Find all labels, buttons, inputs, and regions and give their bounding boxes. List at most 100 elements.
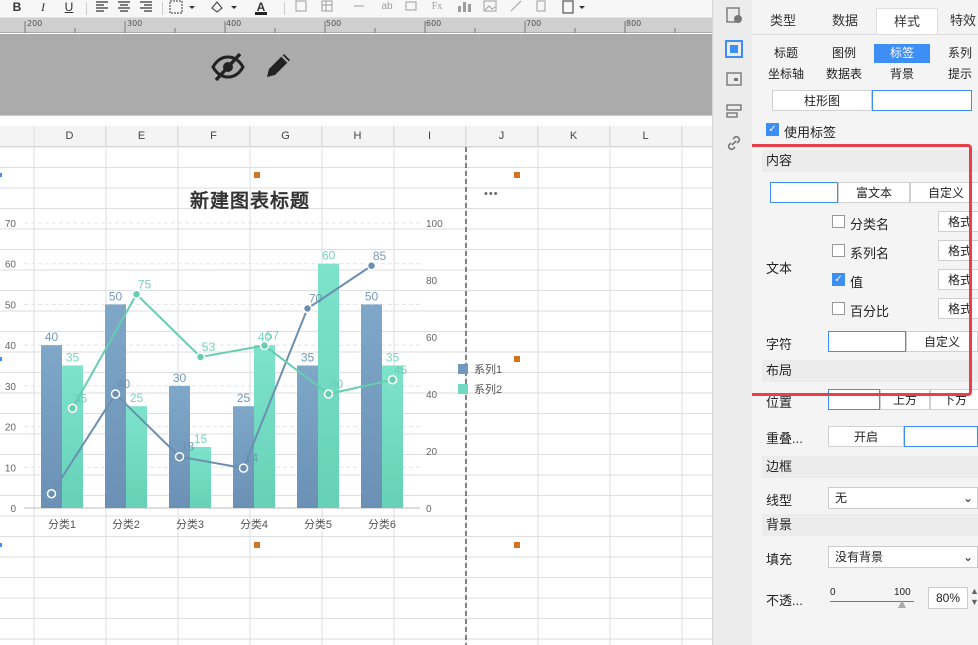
- line-value-label: 40: [117, 377, 131, 391]
- subtab-background[interactable]: 背景: [874, 65, 930, 84]
- subtab-tooltip[interactable]: 提示: [932, 65, 978, 84]
- bar: [62, 365, 83, 508]
- tab-effects[interactable]: 特效: [938, 8, 978, 34]
- hide-eye-icon[interactable]: [210, 51, 246, 86]
- selection-handle: [0, 357, 2, 361]
- bar-value-label: 35: [66, 351, 80, 365]
- left-axis-tick: 60: [5, 260, 17, 271]
- toolbar: B I U A ab Fx: [0, 0, 712, 18]
- line-point: [302, 303, 313, 314]
- align-left-icon[interactable]: [94, 0, 110, 16]
- italic-button[interactable]: I: [36, 0, 50, 16]
- legend-swatch: [458, 384, 468, 394]
- selection-handle: [514, 542, 520, 548]
- condition-icon[interactable]: [725, 70, 743, 91]
- subtab-datatable[interactable]: 数据表: [816, 65, 872, 84]
- category-tick: 分类3: [176, 517, 204, 531]
- spinner-icon[interactable]: ▲ ▼: [970, 586, 978, 608]
- selection-handle: [254, 172, 260, 178]
- bar-chart-icon[interactable]: [456, 0, 472, 16]
- opacity-label: 不透...: [766, 593, 803, 608]
- left-axis-tick: 50: [5, 300, 17, 311]
- subtab-axis[interactable]: 坐标轴: [758, 65, 814, 84]
- fill-select[interactable]: 没有背景 ⌄: [828, 546, 978, 568]
- line-chart-tab[interactable]: 折线图: [872, 90, 972, 111]
- property-panel: 类型 数据 样式 特效 标题 图例 标签 系列 坐标轴 数据表 背景 提示 柱形…: [752, 0, 978, 645]
- line-point: [131, 289, 142, 299]
- formula-icon[interactable]: Fx: [428, 0, 446, 16]
- side-icon-strip: [712, 0, 752, 645]
- line-point: [366, 261, 377, 271]
- line-value-label: 85: [373, 249, 387, 263]
- tab-type[interactable]: 类型: [752, 8, 814, 34]
- subtab-label[interactable]: 标签: [874, 44, 930, 63]
- doc-icon[interactable]: [534, 0, 548, 16]
- underline-button[interactable]: U: [62, 0, 76, 16]
- slash-icon[interactable]: [508, 0, 524, 16]
- font-color-button[interactable]: A: [246, 0, 276, 16]
- link-icon[interactable]: [725, 134, 743, 155]
- background-section-header[interactable]: 背景: [762, 514, 978, 536]
- line-type-label: 线型: [766, 493, 793, 508]
- overlap-on-button[interactable]: 开启: [828, 426, 904, 447]
- pencil-icon[interactable]: [262, 50, 294, 85]
- list-icon[interactable]: [725, 102, 743, 123]
- cell-attr-icon[interactable]: [725, 6, 743, 27]
- subtab-title[interactable]: 标题: [758, 44, 814, 63]
- line-point: [259, 340, 270, 351]
- overlap-off-button[interactable]: 关闭: [904, 426, 978, 447]
- border-header-text: 边框: [766, 459, 793, 474]
- field-icon[interactable]: [352, 0, 366, 16]
- opacity-min: 0: [830, 587, 836, 598]
- use-label-checkbox[interactable]: ✓: [766, 123, 779, 136]
- merge-icon[interactable]: [294, 0, 308, 16]
- align-center-icon[interactable]: [116, 0, 132, 16]
- fill-label: 填充: [766, 552, 793, 567]
- border-icon[interactable]: [168, 0, 198, 16]
- border-section-header[interactable]: 边框: [762, 456, 978, 478]
- chevron-down-icon: ⌄: [962, 550, 973, 564]
- table-icon[interactable]: [320, 0, 334, 16]
- line-type-select[interactable]: 无 ⌄: [828, 487, 978, 509]
- chart-more-button[interactable]: •••: [484, 188, 499, 200]
- fill-value: 没有背景: [835, 550, 884, 564]
- line-type-value: 无: [835, 491, 848, 505]
- line-point: [195, 352, 206, 362]
- line-point: [67, 403, 78, 413]
- legend-label: 系列2: [474, 382, 502, 396]
- app-window: B I U A ab Fx 200 300 400 500 600 700 80…: [0, 0, 978, 645]
- line-point: [387, 375, 398, 385]
- left-axis-tick: 0: [10, 504, 16, 515]
- tab-style[interactable]: 样式: [876, 8, 938, 34]
- chart-title: 新建图表标题: [190, 191, 311, 212]
- align-right-icon[interactable]: [138, 0, 154, 16]
- slider-handle-icon[interactable]: [898, 597, 906, 611]
- selection-handle: [514, 172, 520, 178]
- image-icon[interactable]: [404, 0, 418, 16]
- picture-icon[interactable]: [482, 0, 498, 16]
- category-tick: 分类2: [112, 517, 140, 531]
- bar-chart-tab[interactable]: 柱形图: [772, 90, 872, 111]
- chart[interactable]: 0 10 20 30 40 50 60 70 0 20 40 60 80 100 40 35 分类1 50 25 分类…: [0, 126, 712, 645]
- bar-value-label: 40: [45, 330, 59, 344]
- background-header-text: 背景: [766, 517, 793, 532]
- fill-color-icon[interactable]: [208, 0, 240, 16]
- subtab-series[interactable]: 系列: [932, 44, 978, 63]
- right-axis-tick: 40: [426, 390, 438, 401]
- subtab-legend[interactable]: 图例: [816, 44, 872, 63]
- band-bottom-strip: [0, 115, 712, 126]
- right-axis-tick: 20: [426, 447, 438, 458]
- category-tick: 分类1: [48, 517, 76, 531]
- category-tick: 分类6: [368, 517, 396, 531]
- left-axis-tick: 40: [5, 341, 17, 352]
- frame-icon[interactable]: [560, 0, 590, 16]
- text-icon[interactable]: ab: [378, 0, 396, 16]
- widget-attr-icon[interactable]: [723, 38, 745, 60]
- line-point: [323, 389, 334, 399]
- tab-data[interactable]: 数据: [814, 8, 876, 34]
- bold-button[interactable]: B: [10, 0, 24, 16]
- right-axis-tick: 0: [426, 504, 432, 515]
- opacity-input[interactable]: 80%: [928, 587, 968, 609]
- right-axis-tick: 100: [426, 219, 443, 230]
- line-value-label: 18: [181, 440, 195, 454]
